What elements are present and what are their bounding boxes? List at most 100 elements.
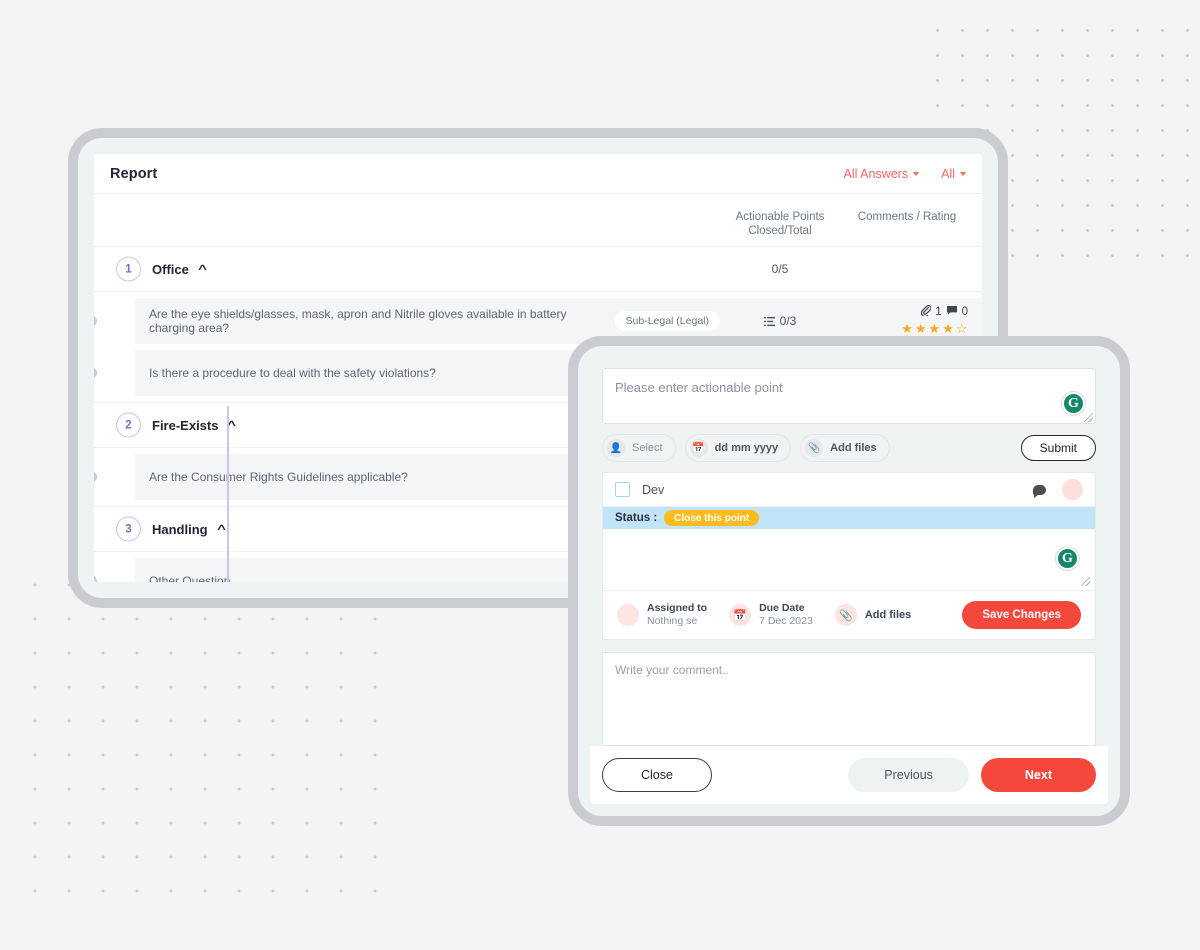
actionable-point-modal: Please enter actionable point G 👤 Select… — [590, 358, 1108, 804]
submit-button[interactable]: Submit — [1020, 435, 1096, 461]
next-button[interactable]: Next — [980, 758, 1096, 792]
close-this-point-button[interactable]: Close this point — [664, 510, 760, 526]
question-points-value: 0/3 — [779, 314, 797, 328]
attachment-icon — [921, 305, 932, 319]
chevron-up-icon[interactable]: ^ — [198, 262, 207, 276]
filter-all-answers[interactable]: All Answers — [843, 166, 920, 181]
resize-handle[interactable] — [1084, 413, 1093, 422]
add-files-label: Add files — [830, 442, 877, 454]
filter-all[interactable]: All — [941, 167, 966, 181]
star-empty: ☆ — [955, 321, 968, 336]
report-header: Report All Answers All — [94, 154, 982, 194]
section-number-badge: 1 — [116, 256, 141, 282]
section-title: Handling ^ — [152, 521, 226, 537]
section-number-badge: 2 — [116, 412, 141, 438]
star-filled: ★ — [901, 321, 914, 336]
paperclip-icon: 📎 — [805, 439, 824, 457]
column-actionable-points-line1: Actionable Points — [735, 211, 825, 223]
due-date-value: 7 Dec 2023 — [759, 615, 813, 627]
point-footer: Assigned to Nothing se 📅 Due Date 7 Dec … — [603, 591, 1095, 639]
point-header: Dev — [603, 473, 1095, 507]
assigned-to-value: Nothing se — [647, 615, 698, 627]
comment-icon[interactable] — [1033, 484, 1046, 498]
column-actionable-points-line2: Closed/Total — [748, 225, 812, 237]
filter-all-label: All — [941, 166, 955, 181]
close-button[interactable]: Close — [602, 758, 712, 792]
compose-controls: 👤 Select 📅 dd mm yyyy 📎 Add files Submit — [602, 434, 1096, 462]
add-files-button[interactable]: 📎 Add files — [800, 434, 890, 462]
column-actionable-points: Actionable Points Closed/Total — [720, 210, 840, 238]
actionable-point-placeholder: Please enter actionable point — [615, 380, 783, 395]
section-title-label: Handling — [152, 521, 208, 537]
timeline-dot — [94, 367, 97, 379]
header-filters: All Answers All — [843, 167, 966, 181]
assignee-select[interactable]: 👤 Select — [602, 434, 676, 462]
due-date-field[interactable]: 📅 Due Date 7 Dec 2023 — [729, 602, 813, 628]
avatar[interactable] — [1062, 479, 1083, 500]
grammarly-icon[interactable]: G — [1062, 392, 1085, 415]
comment-count: 0 — [961, 306, 968, 318]
question-meta: 1 0 ★ ★ ★ ★ ☆ — [846, 305, 968, 337]
filter-all-answers-label: All Answers — [843, 166, 909, 181]
timeline-dot — [94, 471, 97, 483]
section-title-label: Fire-Exists — [152, 417, 219, 433]
user-avatar-icon — [617, 604, 639, 626]
column-headers: Actionable Points Closed/Total Comments … — [94, 194, 982, 246]
question-tag: Sub-Legal (Legal) — [614, 311, 720, 331]
due-date-label: Due Date — [759, 602, 805, 614]
modal-footer: Close Previous Next — [590, 746, 1108, 804]
actionable-point-modal-frame: Please enter actionable point G 👤 Select… — [568, 336, 1130, 826]
point-title: Dev — [642, 482, 665, 497]
attachment-count: 1 — [935, 306, 942, 318]
section-title: Fire-Exists ^ — [152, 418, 236, 433]
question-actionable-points: 0/3 — [720, 314, 840, 328]
column-comments-rating: Comments / Rating — [857, 211, 957, 223]
assigned-to-field[interactable]: Assigned to Nothing se — [617, 602, 707, 628]
question-text: Are the eye shields/glasses, mask, apron… — [149, 307, 567, 335]
status-bar: Status : Close this point — [603, 507, 1095, 529]
timeline-spine — [227, 406, 229, 582]
section-number-badge: 3 — [116, 516, 141, 542]
star-filled: ★ — [928, 321, 941, 336]
actionable-point-input[interactable]: Please enter actionable point G — [602, 368, 1096, 424]
section-points-count: 0/5 — [771, 262, 789, 276]
list-icon — [763, 316, 775, 327]
chevron-down-icon — [913, 171, 920, 176]
resize-handle[interactable] — [1081, 577, 1090, 586]
due-date-placeholder: dd mm yyyy — [714, 442, 779, 454]
star-filled: ★ — [942, 321, 955, 336]
question-counts: 1 0 — [921, 305, 968, 319]
previous-button[interactable]: Previous — [848, 758, 969, 792]
point-add-files-label: Add files — [864, 609, 912, 621]
calendar-icon: 📅 — [729, 604, 752, 626]
calendar-icon: 📅 — [689, 439, 708, 457]
status-label: Status : — [615, 512, 658, 524]
point-add-files-button[interactable]: 📎 Add files — [834, 604, 912, 626]
section-header[interactable]: 1 Office ^ 0/5 — [94, 246, 982, 292]
timeline-dot — [94, 315, 97, 327]
point-description-input[interactable]: G — [603, 529, 1095, 591]
paperclip-icon: 📎 — [834, 604, 857, 626]
grammarly-icon[interactable]: G — [1056, 547, 1079, 570]
save-changes-button[interactable]: Save Changes — [962, 601, 1081, 629]
comment-icon — [946, 305, 958, 319]
due-date-picker[interactable]: 📅 dd mm yyyy — [684, 434, 792, 462]
chevron-up-icon[interactable]: ^ — [217, 522, 226, 536]
star-rating[interactable]: ★ ★ ★ ★ ☆ — [901, 321, 968, 337]
point-checkbox[interactable] — [615, 482, 630, 497]
page-title: Report — [110, 165, 158, 182]
decorative-dot-pattern-bottom-left — [18, 568, 378, 908]
section-title-label: Office — [152, 261, 189, 277]
actionable-point-compose: Please enter actionable point G 👤 Select… — [590, 358, 1108, 472]
star-filled: ★ — [914, 321, 928, 336]
user-icon: 👤 — [607, 439, 625, 457]
comment-placeholder: Write your comment.. — [615, 663, 729, 677]
actionable-point-card: Dev Status : Close this point G Assigned… — [602, 472, 1096, 640]
chevron-down-icon — [960, 171, 966, 176]
assigned-to-label: Assigned to — [647, 602, 708, 614]
comment-input[interactable]: Write your comment.. — [602, 652, 1096, 746]
assignee-select-label: Select — [632, 442, 663, 454]
section-title: Office ^ — [152, 261, 207, 277]
comment-section: Write your comment.. — [590, 640, 1108, 746]
timeline-dot — [94, 575, 97, 582]
